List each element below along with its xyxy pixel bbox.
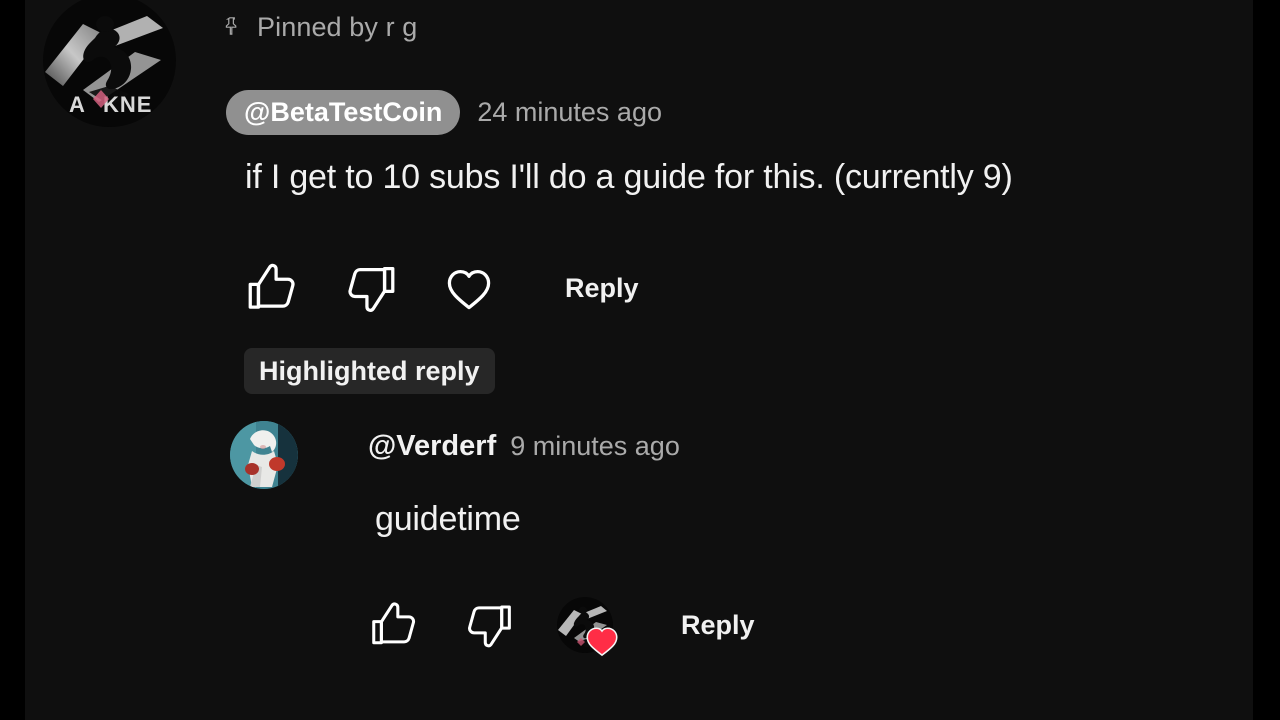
creator-heart-badge[interactable] [557,597,618,657]
comment-action-row: Reply [243,258,639,318]
thumbs-up-glyph [248,263,295,309]
reply-timestamp[interactable]: 9 minutes ago [510,431,680,462]
screen: KNE A Pinned by r g @BetaTestCoin 24 min… [0,0,1280,720]
heart-outline-icon[interactable] [441,260,497,316]
comment-timestamp[interactable]: 24 minutes ago [477,97,662,128]
reply-action-row: Reply [367,595,755,657]
letterbox-left [0,0,25,720]
pinned-by-label: Pinned by r g [257,11,418,42]
comment-author-line: @BetaTestCoin 24 minutes ago [226,88,662,136]
creator-heart-icon [586,627,618,657]
svg-text:KNE: KNE [103,92,152,117]
thumbs-down-icon[interactable] [463,598,517,652]
thumbs-up-icon[interactable] [243,259,301,317]
comment-thread: KNE A Pinned by r g @BetaTestCoin 24 min… [25,0,1253,720]
thumbs-down-icon[interactable] [343,259,401,317]
channel-avatar-artwork: KNE A [43,0,176,127]
reply-reply-button[interactable]: Reply [681,610,755,641]
commenter-avatar[interactable] [230,421,298,489]
comment-author-handle[interactable]: @BetaTestCoin [226,89,461,135]
reply-body: guidetime [375,500,521,538]
svg-text:A: A [69,92,85,117]
thumbs-down-glyph [348,267,395,312]
heart-outline-glyph [447,270,491,310]
highlighted-reply-badge: Highlighted reply [244,348,495,394]
comment-body: if I get to 10 subs I'll do a guide for … [245,158,1013,196]
reply-author-handle[interactable]: @Verderf [368,430,496,463]
comment-reply-button[interactable]: Reply [565,273,639,304]
reply-author-line: @Verderf 9 minutes ago [368,430,680,463]
thumbs-up-glyph [372,602,416,645]
pinned-row: Pinned by r g [221,6,417,48]
pin-icon [225,17,237,35]
channel-avatar[interactable]: KNE A [43,0,176,127]
letterbox-right [1253,0,1280,720]
thumbs-down-glyph [468,605,511,648]
thumbs-up-icon[interactable] [367,598,421,652]
commenter-avatar-artwork [230,421,298,489]
